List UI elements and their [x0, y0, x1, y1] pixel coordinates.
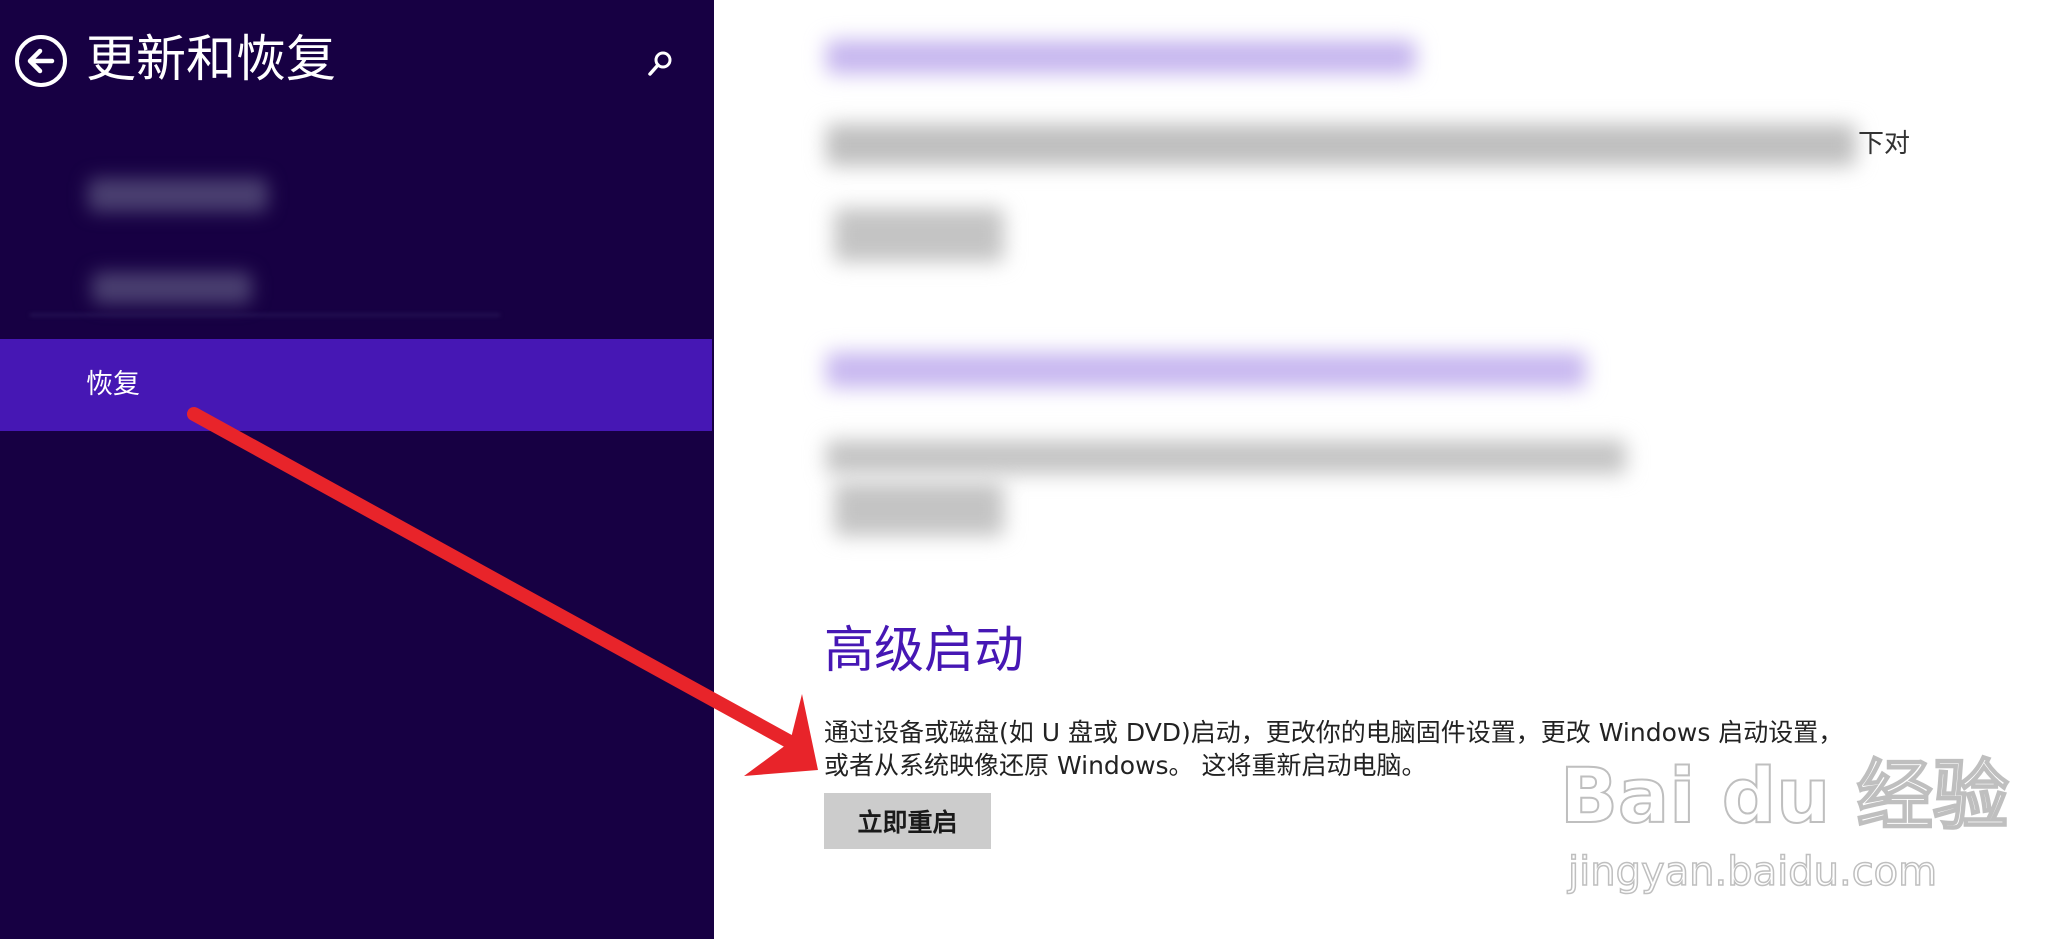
back-arrow-icon: [15, 35, 67, 87]
restart-now-button[interactable]: 立即重启: [824, 793, 991, 849]
sidebar-item-recovery[interactable]: 恢复: [0, 339, 712, 431]
blurred-section-text-2: [826, 440, 1626, 474]
page-title: 更新和恢复: [86, 30, 336, 88]
blurred-section-text-1: [826, 124, 1856, 166]
sidebar-divider: [30, 314, 500, 316]
back-button[interactable]: [14, 34, 68, 88]
blurred-section-button-2[interactable]: [834, 482, 1004, 536]
search-button[interactable]: [642, 46, 678, 82]
blurred-section-heading-2: [826, 352, 1586, 388]
blurred-section-button-1[interactable]: [834, 208, 1004, 262]
advanced-startup-description-line-2: 或者从系统映像还原 Windows。 这将重新启动电脑。: [824, 751, 1427, 780]
sidebar-item-blurred-1[interactable]: [88, 178, 268, 212]
left-nav-panel: 更新和恢复 恢复: [0, 0, 714, 939]
advanced-startup-description: 通过设备或磁盘(如 U 盘或 DVD)启动，更改你的电脑固件设置，更改 Wind…: [824, 716, 1934, 782]
sidebar-item-blurred-2[interactable]: [92, 272, 252, 304]
partial-text: 下对: [1858, 129, 1911, 159]
advanced-startup-description-line-1: 通过设备或磁盘(如 U 盘或 DVD)启动，更改你的电脑固件设置，更改 Wind…: [824, 718, 1844, 747]
advanced-startup-heading: 高级启动: [824, 621, 1024, 679]
blurred-section-heading-1: [826, 40, 1416, 74]
search-icon: [648, 51, 672, 76]
sidebar-item-label: 恢复: [86, 369, 140, 400]
settings-window: 更新和恢复 恢复 下对 高级启动 通过设备或磁盘(如 U 盘或 DVD)启动，更…: [0, 0, 2045, 939]
